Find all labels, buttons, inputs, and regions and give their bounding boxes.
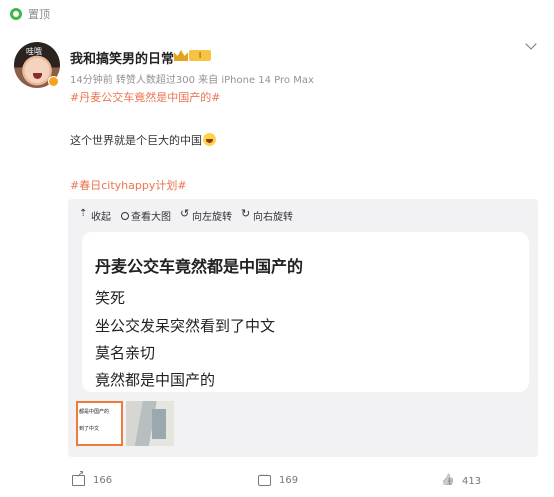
post-body-text: 这个世界就是个巨大的中国	[70, 134, 202, 147]
thumbnail-selected[interactable]: 都是中国产的 到了中文	[76, 401, 123, 446]
media-viewer: 收起 查看大图 向左旋转 向右旋转 丹麦公交车竟然都是中国产的 笑死 坐公交发呆…	[68, 199, 538, 457]
collapse-button[interactable]: 收起	[79, 208, 111, 223]
rotate-left-icon	[180, 207, 190, 220]
rotate-left-label: 向左旋转	[192, 212, 232, 223]
level-badge: I	[189, 50, 211, 61]
magnifier-icon	[121, 211, 129, 220]
rotate-right-button[interactable]: 向右旋转	[241, 207, 293, 223]
main-image[interactable]: 丹麦公交车竟然都是中国产的 笑死 坐公交发呆突然看到了中文 莫名亲切 竟然都是中…	[82, 232, 529, 392]
view-large-button[interactable]: 查看大图	[121, 208, 171, 223]
verified-badge-icon	[48, 76, 59, 87]
media-toolbar: 收起 查看大图 向左旋转 向右旋转	[79, 207, 293, 223]
thumbnail-window	[152, 409, 166, 439]
like-button[interactable]: 413	[441, 475, 481, 487]
laugh-emoji-icon	[203, 133, 216, 146]
like-count: 413	[462, 475, 482, 487]
pin-label-row: 置顶	[10, 6, 50, 22]
author-name[interactable]: 我和搞笑男的日常	[70, 48, 174, 67]
post-meta: 14分钟前 转赞人数超过300 来自 iPhone 14 Pro Max	[70, 75, 314, 86]
post-body: 这个世界就是个巨大的中国	[70, 132, 216, 148]
comment-count: 169	[279, 475, 299, 486]
thumbnail-text: 都是中国产的	[79, 409, 110, 415]
collapse-label: 收起	[91, 212, 111, 223]
image-line: 坐公交发呆突然看到了中文	[95, 317, 276, 335]
topic-link[interactable]: #丹麦公交车竟然是中国产的#	[70, 89, 220, 105]
member-badge[interactable]: I	[174, 50, 211, 61]
repost-icon	[72, 469, 85, 486]
image-line: 莫名亲切	[95, 344, 156, 362]
image-title: 丹麦公交车竟然都是中国产的	[95, 257, 304, 276]
topic-link-2[interactable]: #春日cityhappy计划#	[70, 177, 187, 193]
thumbnail-bus-photo[interactable]	[126, 401, 174, 446]
thumbnail-text: 到了中文	[79, 426, 100, 432]
rotate-right-label: 向右旋转	[253, 212, 293, 223]
view-large-label: 查看大图	[131, 212, 171, 223]
comment-icon	[258, 471, 271, 486]
chevron-down-icon[interactable]	[525, 38, 537, 50]
image-line: 笑死	[95, 289, 126, 307]
repost-count: 166	[93, 475, 113, 486]
pin-icon	[10, 8, 22, 20]
crown-icon	[174, 50, 188, 61]
avatar-text: 哇哦	[26, 47, 42, 56]
rotate-right-icon	[241, 207, 251, 220]
collapse-icon	[79, 208, 89, 220]
repost-button[interactable]: 166	[72, 469, 113, 486]
thumbs-up-icon	[441, 475, 454, 487]
image-line: 竟然都是中国产的	[95, 371, 216, 389]
comment-button[interactable]: 169	[258, 471, 299, 486]
pin-label: 置顶	[28, 8, 50, 21]
rotate-left-button[interactable]: 向左旋转	[180, 207, 232, 223]
